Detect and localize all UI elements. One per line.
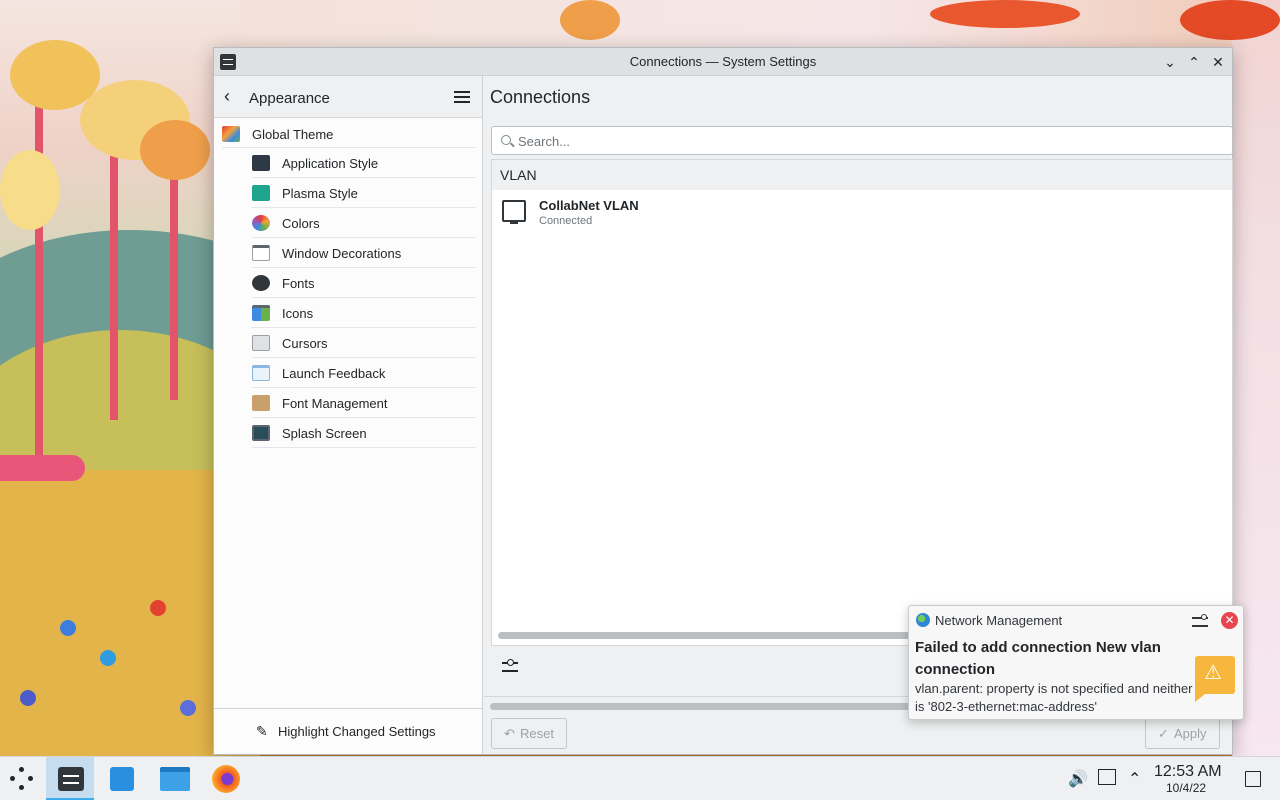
pen-icon: ✎ [256,723,268,739]
volume-icon[interactable]: 🔊 [1068,769,1088,789]
chevron-up-icon[interactable]: ⌃ [1128,769,1141,789]
sidebar-item-window-decorations[interactable]: Window Decorations [252,238,476,268]
notification-title: Failed to add connection New vlan connec… [915,639,1161,678]
sidebar-item-colors[interactable]: Colors [252,208,476,238]
connection-status: Connected [539,215,593,227]
close-button[interactable]: ✕ [1208,52,1228,72]
network-globe-icon [916,613,930,627]
notification-app-name: Network Management [935,613,1063,628]
taskbar-item-firefox[interactable] [202,757,250,800]
checkmark-icon: ✓ [1158,726,1169,741]
window-decorations-icon [252,245,270,261]
apply-label: Apply [1174,726,1207,741]
warning-icon [1195,656,1235,702]
search-field[interactable] [491,126,1233,155]
window-title: Connections — System Settings [629,54,817,69]
sidebar-item-label: Application Style [282,156,379,171]
page-title: Connections [490,87,591,107]
connection-name: CollabNet VLAN [539,198,639,213]
clock-time[interactable]: 12:53 AM [1154,763,1222,781]
sidebar-item-icons[interactable]: Icons [252,298,476,328]
icons-icon [252,305,270,321]
sidebar-item-fonts[interactable]: Fonts [252,268,476,298]
maximize-button[interactable]: ⌃ [1184,52,1204,72]
sidebar-item-cursors[interactable]: Cursors [252,328,476,358]
sidebar-item-plasma-style[interactable]: Plasma Style [252,178,476,208]
apply-button[interactable]: ✓ Apply [1145,718,1220,749]
sidebar-item-launch-feedback[interactable]: Launch Feedback [252,358,476,388]
sidebar-title: Appearance [249,90,330,107]
firefox-icon [212,765,240,793]
back-arrow-icon[interactable]: ‹ [224,87,240,106]
launch-feedback-icon [252,365,270,381]
network-tray-icon[interactable] [1098,769,1116,785]
wired-network-icon [502,200,526,224]
sidebar-item-splash-screen[interactable]: Splash Screen [252,418,476,448]
sidebar-item-label: Cursors [282,336,328,351]
sidebar-item-label: Plasma Style [282,186,358,201]
sidebar-item-label: Window Decorations [282,246,402,261]
taskbar-item-discover[interactable] [98,757,146,800]
colors-icon [252,215,270,231]
application-launcher[interactable] [0,757,48,800]
sidebar-header: ‹ Appearance [214,76,482,118]
connection-list: VLAN CollabNet VLAN Connected [491,159,1233,646]
notification-popup[interactable]: Network Management ✕ Failed to add conne… [908,605,1244,720]
reset-button[interactable]: ↶ Reset [491,718,567,749]
title-bar[interactable]: Connections — System Settings ⌄ ⌃ ✕ [214,48,1232,76]
notification-body: vlan.parent: property is not specified a… [915,681,1193,714]
group-header-label: VLAN [500,167,537,183]
sidebar-item-label: Splash Screen [282,426,367,441]
list-item[interactable]: CollabNet VLAN Connected [492,191,1232,233]
fonts-icon [252,275,270,291]
search-input[interactable] [518,132,1218,150]
highlight-changed-settings-button[interactable]: ✎ Highlight Changed Settings [214,708,482,754]
sidebar-item-label: Fonts [282,276,315,291]
folder-icon [160,767,190,791]
taskbar-item-dolphin[interactable] [150,757,198,800]
application-style-icon [252,155,270,171]
show-desktop-icon[interactable] [1245,771,1261,787]
launcher-icon [10,767,34,791]
splash-screen-icon [252,425,270,441]
search-icon [501,135,511,145]
notification-close-icon[interactable]: ✕ [1221,612,1238,629]
sidebar-item-label: Global Theme [252,127,334,142]
plasma-style-icon [252,185,270,201]
minimize-button[interactable]: ⌄ [1160,52,1180,72]
sidebar-item-application-style[interactable]: Application Style [252,148,476,178]
discover-store-icon [110,767,134,791]
sidebar-item-label: Icons [282,306,314,321]
clock-date[interactable]: 10/4/22 [1166,781,1206,795]
sidebar-item-label: Colors [282,216,320,231]
system-settings-icon [58,767,84,791]
sidebar-list: Application Style Plasma Style Colors Wi… [252,148,476,448]
undo-icon: ↶ [504,726,515,741]
taskbar-item-system-settings[interactable] [46,757,94,800]
hamburger-menu-icon[interactable] [454,91,470,103]
sidebar: ‹ Appearance Global Theme Application St… [214,76,483,754]
sidebar-item-font-management[interactable]: Font Management [252,388,476,418]
sidebar-item-label: Font Management [282,396,388,411]
taskbar: 🔊 ⌃ 12:53 AM 10/4/22 [0,756,1280,800]
reset-label: Reset [520,726,554,741]
sidebar-item-label: Launch Feedback [282,366,386,381]
font-management-icon [252,395,270,411]
configure-sliders-icon[interactable] [502,658,520,676]
sidebar-item-global-theme[interactable]: Global Theme [222,120,476,148]
notification-settings-icon[interactable] [1192,614,1208,628]
global-theme-icon [222,126,240,142]
highlight-changed-settings-label: Highlight Changed Settings [278,724,436,739]
group-header: VLAN [492,160,1232,190]
cursors-icon [252,335,270,351]
